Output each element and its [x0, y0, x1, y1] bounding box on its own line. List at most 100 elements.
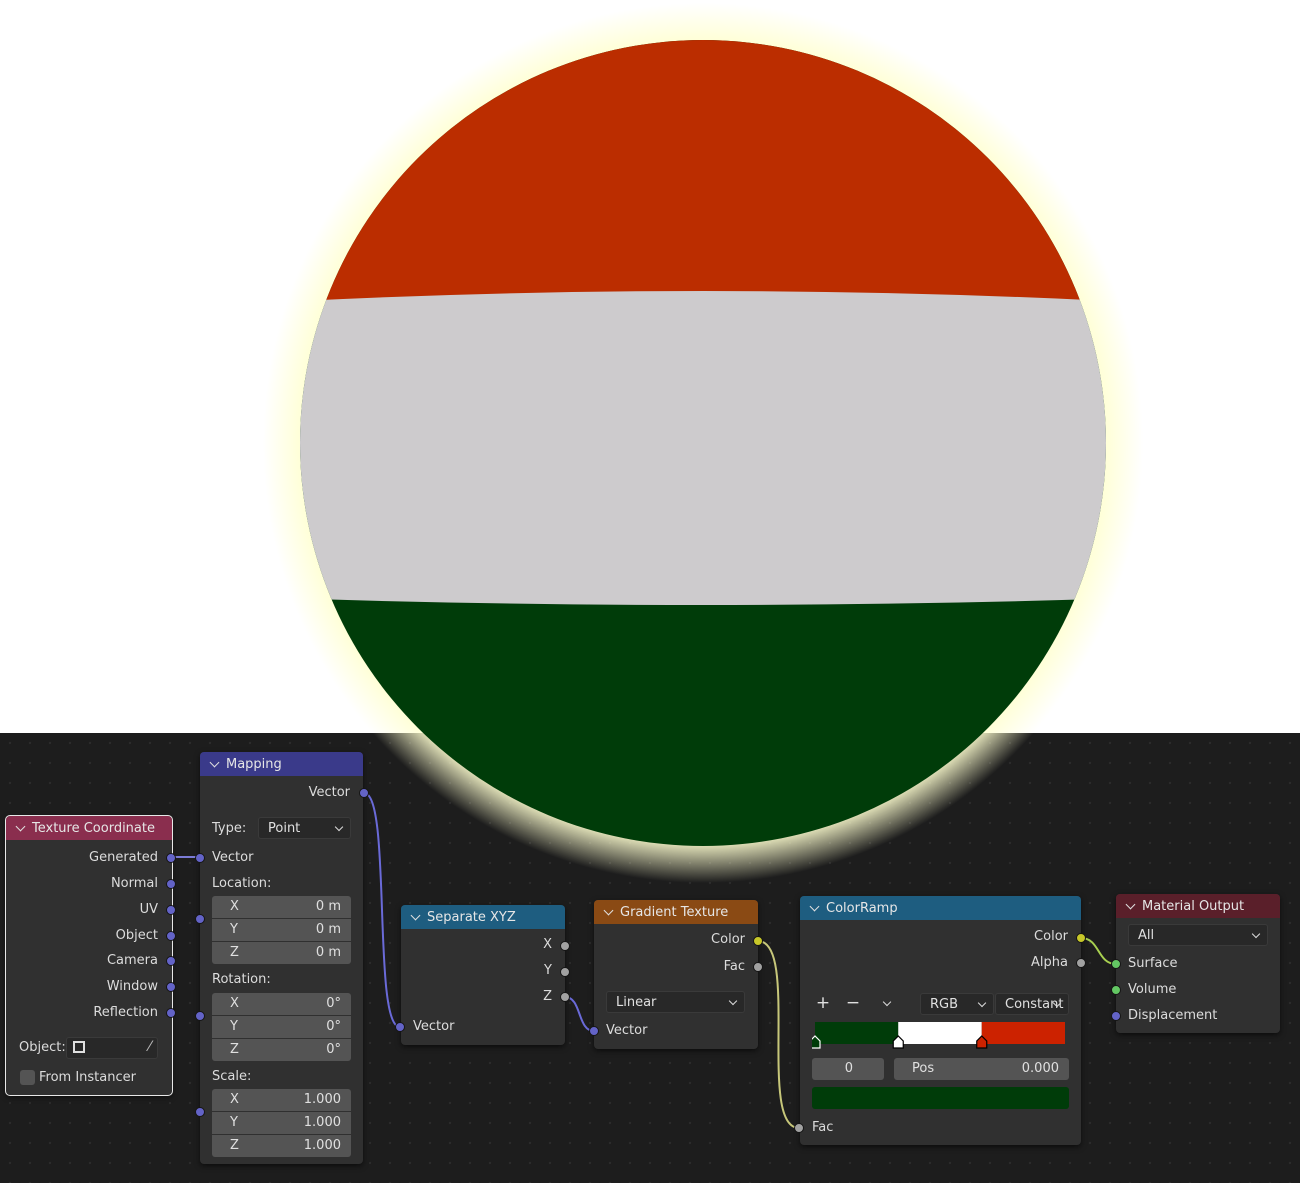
mapping-vector-in-socket[interactable] [195, 853, 205, 863]
ramp-menu-button[interactable] [874, 993, 900, 1015]
gradient-color-socket[interactable] [753, 936, 763, 946]
axis-label: Y [230, 922, 238, 937]
target-dropdown[interactable]: All [1128, 924, 1268, 946]
field-value: 0° [326, 996, 341, 1011]
type-dropdown[interactable]: Point [258, 817, 351, 839]
ramp-color-socket[interactable] [1076, 933, 1086, 943]
output-z-label: Z [543, 989, 552, 1004]
surface-socket[interactable] [1111, 959, 1121, 969]
field-value: 1.000 [303, 1092, 341, 1107]
gradient-fac-socket[interactable] [753, 962, 763, 972]
mapping-scale-socket[interactable] [195, 1107, 205, 1117]
color-ramp-node[interactable]: ColorRamp Color Alpha + − RGB Constant 0… [800, 896, 1081, 1145]
remove-stop-button[interactable]: − [840, 993, 866, 1015]
chevron-down-icon [977, 998, 987, 1008]
gradient-type-value: Linear [616, 995, 657, 1010]
from-instancer-label: From Instancer [39, 1070, 136, 1085]
ramp-fac-in-socket[interactable] [794, 1123, 804, 1133]
flag-band-white [300, 284, 1106, 605]
location-z-field[interactable]: Z 0 m [212, 942, 351, 964]
gradient-texture-header[interactable]: Gradient Texture [594, 900, 758, 924]
input-vector-label: Vector [212, 850, 254, 865]
field-value: 1.000 [303, 1138, 341, 1153]
pos-label: Pos [912, 1061, 935, 1076]
from-instancer-checkbox[interactable] [20, 1070, 35, 1085]
input-fac-label: Fac [812, 1120, 834, 1135]
generated-socket[interactable] [166, 853, 176, 863]
object-socket[interactable] [166, 931, 176, 941]
scale-y-field[interactable]: Y 1.000 [212, 1112, 351, 1134]
eyedropper-icon[interactable]: ⁄ [149, 1039, 151, 1055]
rotation-y-field[interactable]: Y 0° [212, 1016, 351, 1038]
axis-label: Z [230, 945, 239, 960]
add-stop-button[interactable]: + [810, 993, 836, 1015]
gradient-texture-node[interactable]: Gradient Texture Color Fac Linear Vector [594, 900, 758, 1049]
volume-socket[interactable] [1111, 985, 1121, 995]
window-socket[interactable] [166, 982, 176, 992]
uv-socket[interactable] [166, 905, 176, 915]
output-fac-label: Fac [723, 959, 745, 974]
color-ramp-header[interactable]: ColorRamp [800, 896, 1081, 920]
normal-socket[interactable] [166, 879, 176, 889]
texture-coordinate-header[interactable]: Texture Coordinate [6, 816, 172, 840]
axis-label: X [230, 996, 239, 1011]
node-title: Material Output [1142, 898, 1245, 914]
location-y-field[interactable]: Y 0 m [212, 919, 351, 941]
texture-coordinate-node[interactable]: Texture Coordinate Generated Normal UV O… [5, 815, 173, 1096]
collapse-chevron-icon[interactable] [809, 901, 820, 912]
field-value: 0 m [315, 922, 341, 937]
axis-label: Y [230, 1115, 238, 1130]
separate-x-socket[interactable] [560, 941, 570, 951]
ramp-segment [981, 1022, 1065, 1044]
mapping-node[interactable]: Mapping Vector Type: Point Vector Locati… [200, 752, 363, 1164]
separate-xyz-node[interactable]: Separate XYZ X Y Z Vector [401, 905, 565, 1045]
collapse-chevron-icon[interactable] [410, 910, 421, 921]
separate-vector-in-socket[interactable] [395, 1022, 405, 1032]
ramp-alpha-socket[interactable] [1076, 958, 1086, 968]
active-color-swatch[interactable] [812, 1087, 1069, 1109]
active-stop-index-field[interactable]: 0 [812, 1058, 884, 1080]
mapping-header[interactable]: Mapping [200, 752, 363, 776]
material-output-node[interactable]: Material Output All Surface Volume Displ… [1116, 894, 1280, 1033]
separate-y-socket[interactable] [560, 967, 570, 977]
scale-x-field[interactable]: X 1.000 [212, 1089, 351, 1111]
active-stop-index-value: 0 [844, 1061, 853, 1076]
reflection-socket[interactable] [166, 1008, 176, 1018]
displacement-socket[interactable] [1111, 1011, 1121, 1021]
mapping-vector-out-socket[interactable] [359, 788, 369, 798]
mapping-rotation-socket[interactable] [195, 1011, 205, 1021]
output-window-label: Window [106, 979, 158, 994]
color-ramp-bar[interactable] [812, 1020, 1068, 1050]
field-value: 0 m [315, 899, 341, 914]
gradient-vector-in-socket[interactable] [589, 1026, 599, 1036]
camera-socket[interactable] [166, 956, 176, 966]
separate-xyz-header[interactable]: Separate XYZ [401, 905, 565, 929]
node-title: Gradient Texture [620, 904, 729, 920]
scale-z-field[interactable]: Z 1.000 [212, 1135, 351, 1157]
rotation-x-field[interactable]: X 0° [212, 993, 351, 1015]
gradient-type-dropdown[interactable]: Linear [606, 991, 745, 1013]
collapse-chevron-icon[interactable] [209, 757, 220, 768]
axis-label: Y [230, 1019, 238, 1034]
collapse-chevron-icon[interactable] [15, 821, 26, 832]
ramp-segment [815, 1022, 899, 1044]
interpolation-dropdown[interactable]: Constant [995, 993, 1069, 1015]
collapse-chevron-icon[interactable] [1125, 899, 1136, 910]
input-volume-label: Volume [1128, 982, 1177, 997]
rotation-z-field[interactable]: Z 0° [212, 1039, 351, 1061]
chevron-down-icon [334, 822, 344, 832]
collapse-chevron-icon[interactable] [603, 905, 614, 916]
color-mode-dropdown[interactable]: RGB [920, 993, 994, 1015]
location-x-field[interactable]: X 0 m [212, 896, 351, 918]
object-picker-field[interactable]: ⁄ [66, 1037, 158, 1059]
chevron-down-icon [1251, 929, 1261, 939]
node-title: ColorRamp [826, 900, 898, 916]
mapping-location-socket[interactable] [195, 914, 205, 924]
field-value: 0° [326, 1042, 341, 1057]
output-color-label: Color [1034, 929, 1068, 944]
object-label: Object: [19, 1040, 66, 1055]
position-field[interactable]: Pos 0.000 [894, 1058, 1069, 1080]
material-output-header[interactable]: Material Output [1116, 894, 1280, 918]
separate-z-socket[interactable] [560, 992, 570, 1002]
node-title: Texture Coordinate [32, 820, 155, 836]
